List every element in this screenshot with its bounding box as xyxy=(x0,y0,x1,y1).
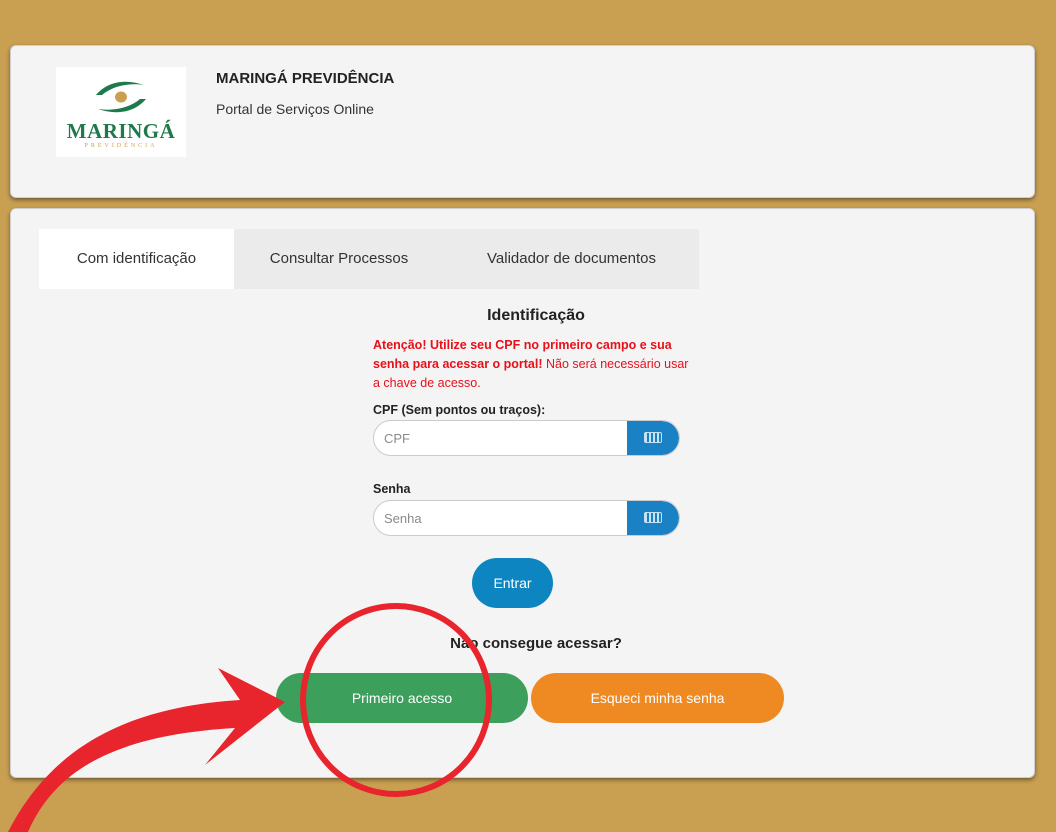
logo-name: MARINGÁ xyxy=(66,119,176,143)
tab-consultar-processos[interactable]: Consultar Processos xyxy=(234,229,444,289)
cpf-virtual-keyboard-button[interactable] xyxy=(627,421,679,455)
first-access-button[interactable]: Primeiro acesso xyxy=(276,673,528,723)
cpf-input[interactable] xyxy=(374,421,629,455)
tab-bar: Com identificação Consultar Processos Va… xyxy=(39,229,699,289)
cpf-input-group xyxy=(373,420,680,456)
cant-access-text: Não consegue acessar? xyxy=(450,635,622,652)
portal-subtitle: Portal de Serviços Online xyxy=(216,101,374,117)
logo-emblem-icon xyxy=(96,81,146,113)
tab-validador-documentos[interactable]: Validador de documentos xyxy=(444,229,699,289)
maringa-logo: MARINGÁ PREVIDÊNCIA xyxy=(56,67,186,157)
main-panel: Com identificação Consultar Processos Va… xyxy=(10,208,1035,778)
forgot-password-button[interactable]: Esqueci minha senha xyxy=(531,673,784,723)
password-input[interactable] xyxy=(374,501,629,535)
password-input-group xyxy=(373,500,680,536)
cpf-label: CPF (Sem pontos ou traços): xyxy=(373,403,546,417)
password-label: Senha xyxy=(373,482,411,496)
header-panel: MARINGÁ PREVIDÊNCIA MARINGÁ PREVIDÊNCIA … xyxy=(10,45,1035,198)
password-virtual-keyboard-button[interactable] xyxy=(627,501,679,535)
keyboard-icon xyxy=(644,512,662,523)
org-name: MARINGÁ PREVIDÊNCIA xyxy=(216,70,395,87)
form-title: Identificação xyxy=(487,307,585,324)
logo-subtitle: PREVIDÊNCIA xyxy=(84,143,158,149)
keyboard-icon xyxy=(644,432,662,443)
warning-message: Atenção! Utilize seu CPF no primeiro cam… xyxy=(373,336,693,393)
tab-com-identificacao[interactable]: Com identificação xyxy=(39,229,234,289)
login-button[interactable]: Entrar xyxy=(472,558,553,608)
